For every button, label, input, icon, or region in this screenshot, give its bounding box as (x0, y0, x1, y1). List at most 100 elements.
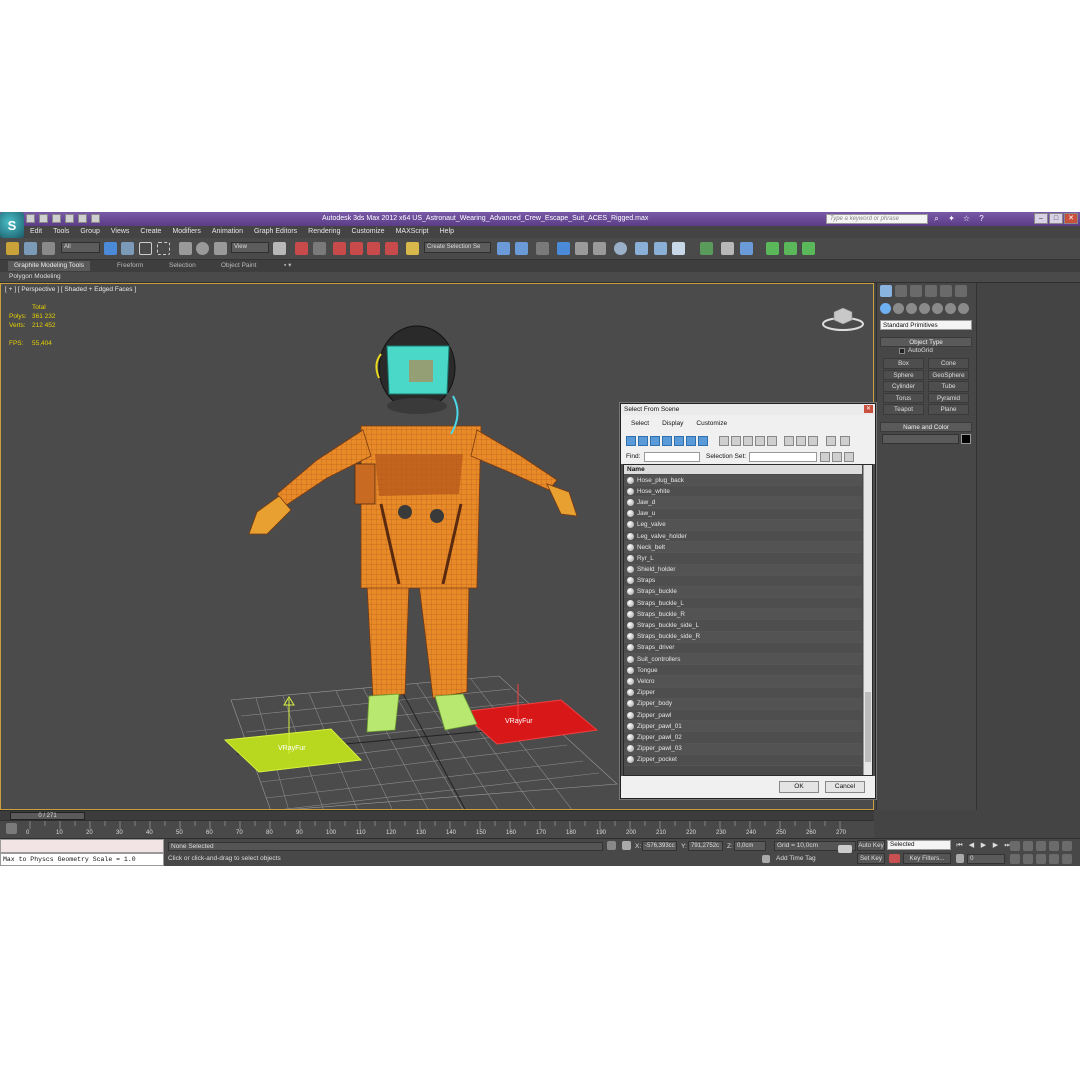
key-set-dropdown[interactable]: Selected (887, 840, 951, 850)
search-input[interactable]: Type a keyword or phrase (826, 214, 928, 224)
menu-create[interactable]: Create (140, 226, 161, 238)
tab-selection[interactable]: Selection (163, 261, 202, 271)
filter-icon[interactable] (826, 436, 836, 446)
menu-tools[interactable]: Tools (53, 226, 69, 238)
favorites-icon[interactable]: ☆ (962, 214, 971, 223)
object-type-rollout[interactable]: Object Type (880, 337, 972, 347)
dialog-menu-select[interactable]: Select (631, 415, 649, 433)
teapot-button[interactable]: Teapot (883, 404, 924, 415)
time-slider[interactable]: 0 / 271 (0, 810, 874, 820)
ribbon-options-icon[interactable]: ▪ ▾ (278, 261, 297, 271)
display-helpers-icon[interactable] (674, 436, 684, 446)
display-cameras-icon[interactable] (662, 436, 672, 446)
display-lights-icon[interactable] (650, 436, 660, 446)
list-item[interactable]: Straps_driver (624, 642, 862, 654)
name-color-rollout[interactable]: Name and Color (880, 422, 972, 432)
walk-through-icon[interactable] (1049, 854, 1059, 864)
subscription-icon[interactable]: ✦ (947, 214, 956, 223)
link-icon[interactable] (6, 242, 19, 255)
lights-icon[interactable] (906, 303, 917, 314)
play-icon[interactable]: ▶ (979, 841, 988, 850)
dialog-close-button[interactable]: ✕ (864, 405, 873, 413)
field-of-view-icon[interactable] (1062, 841, 1072, 851)
menu-animation[interactable]: Animation (212, 226, 243, 238)
display-xrefs-icon[interactable] (719, 436, 729, 446)
helpers-icon[interactable] (932, 303, 943, 314)
pivot-center-icon[interactable] (273, 242, 286, 255)
list-item[interactable]: Zipper_pawl (624, 709, 862, 722)
pan-icon[interactable] (1010, 854, 1020, 864)
dialog-menu-display[interactable]: Display (662, 415, 683, 433)
keyboard-shortcut-icon[interactable] (313, 242, 326, 255)
zoom-all-icon[interactable] (1023, 841, 1033, 851)
cloth-tool-icon[interactable] (740, 242, 753, 255)
selection-set-remove-icon[interactable] (832, 452, 842, 462)
list-item[interactable]: Straps_buckle_R (624, 609, 862, 621)
reference-coordinate-dropdown[interactable]: View (231, 242, 269, 253)
display-space-warps-icon[interactable] (686, 436, 696, 446)
physics-settings-icon[interactable] (802, 242, 815, 255)
default-in-out-tangent-icon[interactable] (889, 854, 900, 863)
box-button[interactable]: Box (883, 358, 924, 369)
edit-named-selection-icon[interactable] (406, 242, 419, 255)
list-item[interactable]: Hose_plug_back (624, 475, 862, 487)
menu-help[interactable]: Help (440, 226, 454, 238)
x-coordinate-field[interactable]: -576,393cc (642, 841, 677, 851)
list-item[interactable]: Straps_buckle_side_R (624, 631, 862, 643)
modify-tab-icon[interactable] (895, 285, 907, 297)
find-input[interactable] (644, 452, 700, 462)
selection-set-edit-icon[interactable] (844, 452, 854, 462)
key-mode-toggle-icon[interactable] (956, 854, 964, 863)
menu-group[interactable]: Group (80, 226, 99, 238)
list-item[interactable]: Velcro (624, 676, 862, 688)
auto-key-button[interactable]: Auto Key (857, 840, 885, 851)
plane-button[interactable]: Plane (928, 404, 969, 415)
binoculars-icon[interactable]: ⌕ (932, 214, 941, 223)
list-item[interactable]: Zipper_body (624, 698, 862, 710)
ok-button[interactable]: OK (779, 781, 819, 793)
list-item[interactable]: Neck_belt (624, 542, 862, 554)
material-editor-icon[interactable] (614, 242, 627, 255)
open-file-icon[interactable] (39, 214, 48, 223)
display-bones-icon[interactable] (731, 436, 741, 446)
absolute-mode-icon[interactable] (622, 841, 631, 850)
select-invert-icon[interactable] (808, 436, 818, 446)
select-by-name-icon[interactable] (121, 242, 134, 255)
orbit-icon[interactable] (1023, 854, 1033, 864)
list-item[interactable]: Jaw_d (624, 497, 862, 509)
list-scrollbar[interactable] (863, 465, 872, 775)
cylinder-button[interactable]: Cylinder (883, 381, 924, 392)
list-item[interactable]: Shield_holder (624, 564, 862, 576)
pyramid-button[interactable]: Pyramid (928, 392, 969, 403)
selection-filter-dropdown[interactable]: All (61, 242, 100, 253)
display-hidden-icon[interactable] (767, 436, 777, 446)
systems-icon[interactable] (958, 303, 969, 314)
list-item[interactable]: Straps_buckle_side_L (624, 620, 862, 632)
region-zoom-icon[interactable] (1062, 854, 1072, 864)
y-coordinate-field[interactable]: 791,2752c (688, 841, 723, 851)
filter-options-icon[interactable] (840, 436, 850, 446)
tab-graphite-modeling-tools[interactable]: Graphite Modeling Tools (8, 261, 90, 271)
track-bar[interactable]: 0 10 20 30 40 50 60 70 80 90 100 110 120 130 140 150 160… (0, 820, 874, 838)
selection-set-add-icon[interactable] (820, 452, 830, 462)
sphere-button[interactable]: Sphere (883, 369, 924, 380)
tab-object-paint[interactable]: Object Paint (215, 261, 262, 271)
list-item[interactable]: Zipper_pocket (624, 754, 862, 766)
z-coordinate-field[interactable]: 0,0cm (734, 841, 766, 851)
close-button[interactable]: ✕ (1064, 213, 1078, 224)
tab-freeform[interactable]: Freeform (111, 261, 149, 271)
select-all-icon[interactable] (784, 436, 794, 446)
geosphere-button[interactable]: GeoSphere (928, 369, 969, 380)
shapes-icon[interactable] (893, 303, 904, 314)
physics-sim-icon[interactable] (784, 242, 797, 255)
tube-button[interactable]: Tube (928, 381, 969, 392)
autogrid-box[interactable] (899, 347, 905, 354)
graphite-toggle-icon[interactable] (557, 242, 570, 255)
menu-customize[interactable]: Customize (351, 226, 384, 238)
angle-snap-icon[interactable] (350, 242, 363, 255)
zoom-icon[interactable] (1010, 841, 1020, 851)
go-to-start-icon[interactable]: ⏮ (955, 841, 964, 850)
object-color-swatch[interactable] (961, 434, 971, 444)
motion-tab-icon[interactable] (925, 285, 937, 297)
application-menu-button[interactable]: S (0, 212, 24, 238)
